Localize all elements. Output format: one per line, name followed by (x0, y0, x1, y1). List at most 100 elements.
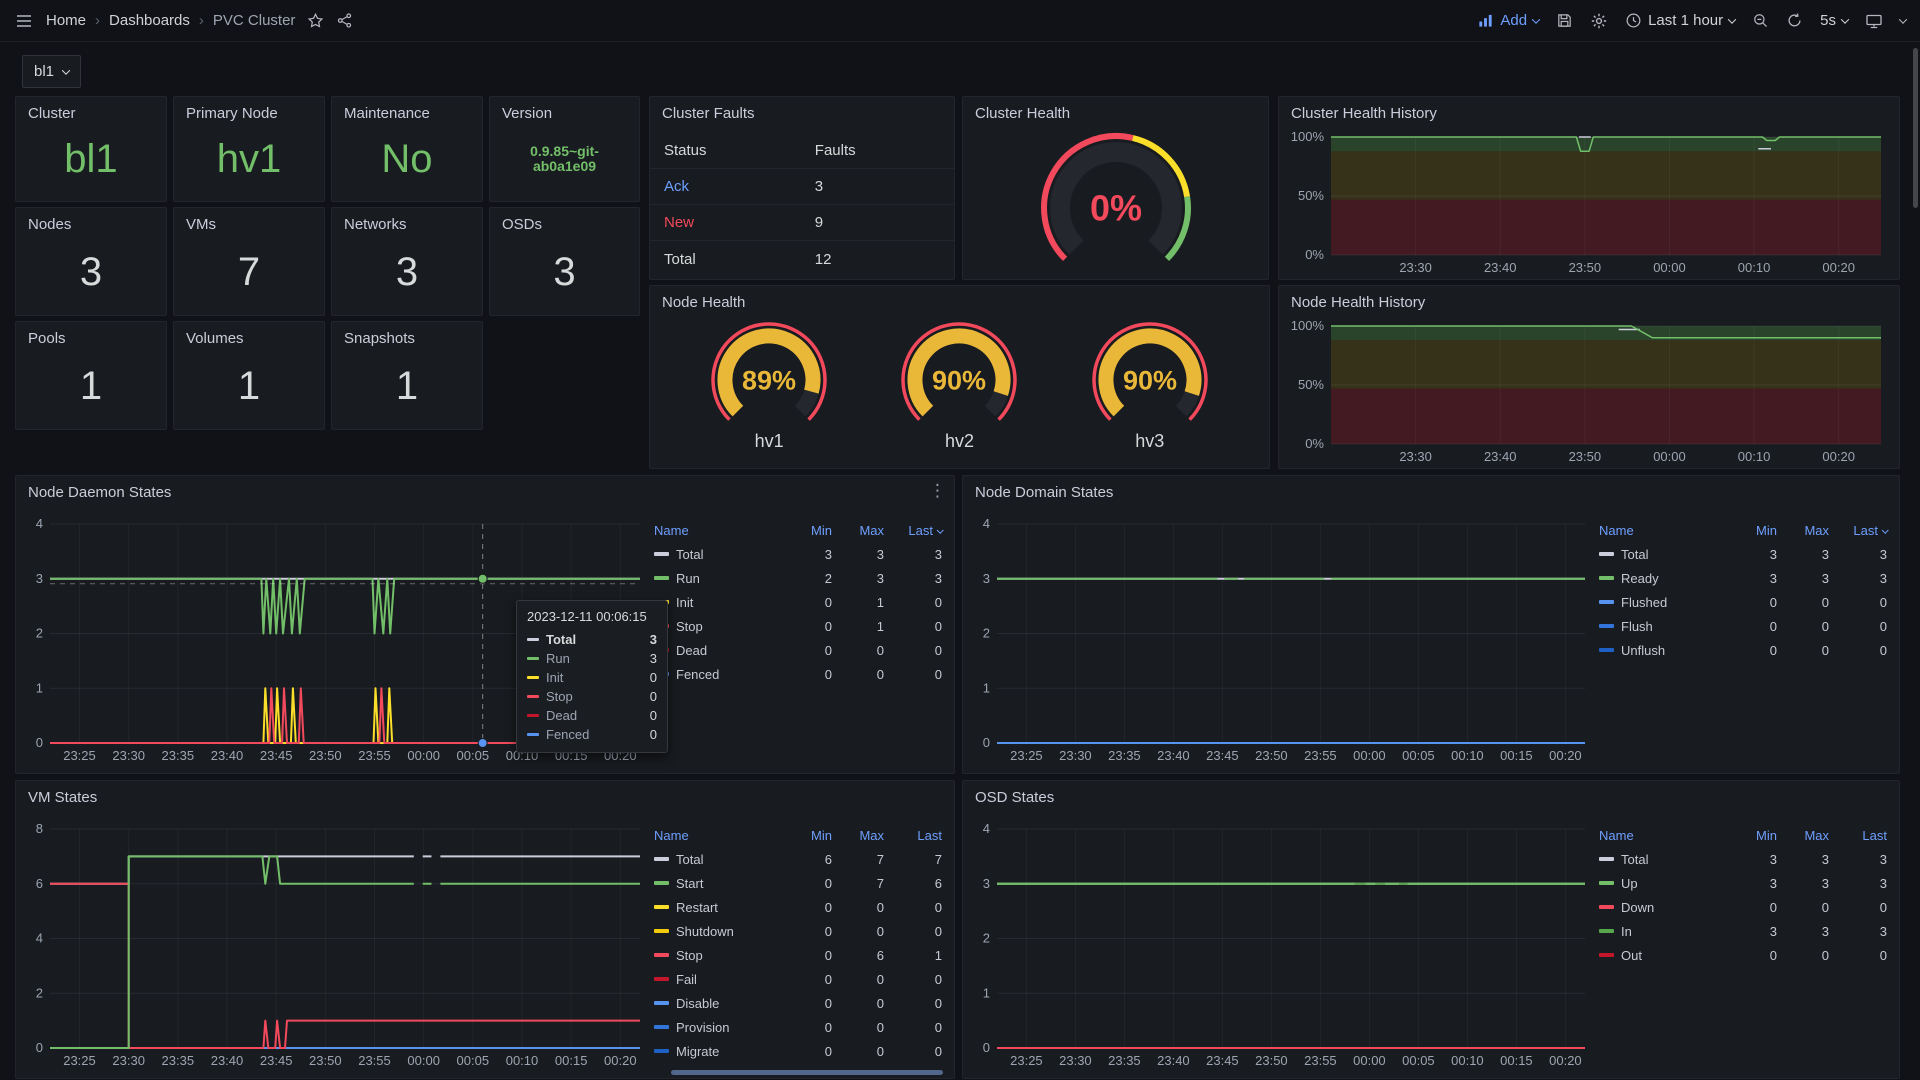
star-icon[interactable] (307, 12, 324, 29)
panel-title[interactable]: Cluster Health (963, 97, 1268, 126)
legend-header-name[interactable]: Name (654, 828, 780, 843)
breadcrumb-dashboards[interactable]: Dashboards (109, 12, 190, 29)
legend-header-max[interactable]: Max (832, 828, 884, 843)
svg-text:50%: 50% (1298, 377, 1324, 392)
settings-gear-icon[interactable] (1590, 12, 1608, 30)
legend-series-name[interactable]: Shutdown (654, 924, 780, 939)
legend-series-name[interactable]: Run (654, 571, 780, 586)
legend-series-name[interactable]: Total (1599, 852, 1725, 867)
legend-header-min[interactable]: Min (1725, 828, 1777, 843)
share-icon[interactable] (336, 12, 353, 29)
panel-title[interactable]: Node Health History (1279, 286, 1899, 315)
legend-series-name[interactable]: Fenced (654, 667, 780, 682)
page-scrollbar[interactable] (1913, 48, 1918, 208)
panel-title[interactable]: Node Daemon States (16, 476, 954, 505)
series-color-swatch (1599, 929, 1614, 933)
refresh-interval-dropdown[interactable]: 5s (1820, 12, 1848, 29)
panel-title[interactable]: Pools (16, 322, 166, 351)
refresh-icon[interactable] (1786, 12, 1803, 29)
vm-states-chart[interactable]: 23:2523:3023:3523:4023:4523:5023:5500:00… (20, 817, 652, 1074)
panel-menu-icon[interactable]: ⋮ (929, 482, 946, 499)
svg-text:23:40: 23:40 (211, 1053, 244, 1068)
zoom-out-icon[interactable] (1752, 12, 1769, 29)
legend-row: Dead000 (654, 638, 942, 662)
legend-series-name[interactable]: Flushed (1599, 595, 1725, 610)
cluster-health-gauge: 0% (963, 123, 1268, 275)
panel-title[interactable]: Cluster Health History (1279, 97, 1899, 126)
legend-scrollbar[interactable] (671, 1070, 943, 1075)
panel-title[interactable]: Node Health (650, 286, 1269, 315)
svg-text:23:35: 23:35 (1108, 748, 1141, 763)
legend-series-name[interactable]: Init (654, 595, 780, 610)
series-color-swatch (1599, 953, 1614, 957)
panel-title[interactable]: Volumes (174, 322, 324, 351)
series-color-swatch (654, 1001, 669, 1005)
legend-header: NameMinMaxLast (654, 518, 942, 542)
legend-header-min[interactable]: Min (1725, 523, 1777, 538)
node-domain-states-chart[interactable]: 23:2523:3023:3523:4023:4523:5023:5500:00… (967, 512, 1597, 769)
legend-series-name[interactable]: Stop (654, 619, 780, 634)
panel-title[interactable]: Version (490, 97, 639, 126)
legend-series-name[interactable]: Total (1599, 547, 1725, 562)
legend-series-name[interactable]: Stop (654, 948, 780, 963)
panel-title[interactable]: Snapshots (332, 322, 482, 351)
legend-header-min[interactable]: Min (780, 828, 832, 843)
cluster-health-history-chart[interactable]: 23:3023:4023:5000:0000:1000:200%50%100% (1283, 129, 1891, 277)
add-button[interactable]: Add (1477, 12, 1539, 29)
chevron-down-icon[interactable] (1899, 15, 1907, 23)
legend-header-max[interactable]: Max (832, 523, 884, 538)
legend-series-name[interactable]: Ready (1599, 571, 1725, 586)
legend-header-last[interactable]: Last (1829, 828, 1887, 843)
legend-header-name[interactable]: Name (654, 523, 780, 538)
legend-series-name[interactable]: Restart (654, 900, 780, 915)
panel-title[interactable]: Primary Node (174, 97, 324, 126)
legend-series-name[interactable]: Total (654, 547, 780, 562)
panel-title[interactable]: Cluster Faults (650, 97, 954, 126)
legend-series-name[interactable]: Fail (654, 972, 780, 987)
legend-row: Total333 (1599, 542, 1887, 566)
legend-series-name[interactable]: Out (1599, 948, 1725, 963)
breadcrumb-home[interactable]: Home (46, 12, 86, 29)
panel-title[interactable]: VM States (16, 781, 954, 810)
legend-header-max[interactable]: Max (1777, 828, 1829, 843)
legend-header-min[interactable]: Min (780, 523, 832, 538)
legend-series-name[interactable]: Unflush (1599, 643, 1725, 658)
panel-title[interactable]: Node Domain States (963, 476, 1899, 505)
breadcrumb-current[interactable]: PVC Cluster (213, 12, 296, 29)
osd-states-chart[interactable]: 23:2523:3023:3523:4023:4523:5023:5500:00… (967, 817, 1597, 1074)
panel-node-daemon-states: Node Daemon States ⋮ 23:2523:3023:3523:4… (15, 475, 955, 774)
panel-title[interactable]: Nodes (16, 208, 166, 237)
save-dashboard-icon[interactable] (1556, 12, 1573, 29)
tv-kiosk-icon[interactable] (1865, 12, 1883, 30)
sort-caret-icon (1882, 526, 1889, 533)
panel-title[interactable]: Maintenance (332, 97, 482, 126)
legend-series-name[interactable]: Dead (654, 643, 780, 658)
panel-title[interactable]: Networks (332, 208, 482, 237)
legend-header-last[interactable]: Last (884, 828, 942, 843)
svg-text:23:25: 23:25 (1010, 748, 1043, 763)
legend-series-name[interactable]: In (1599, 924, 1725, 939)
legend-series-name[interactable]: Provision (654, 1020, 780, 1035)
legend-header-name[interactable]: Name (1599, 828, 1725, 843)
legend-header: NameMinMaxLast (1599, 518, 1887, 542)
legend-series-name[interactable]: Down (1599, 900, 1725, 915)
legend-series-name[interactable]: Start (654, 876, 780, 891)
panel-title[interactable]: OSDs (490, 208, 639, 237)
panel-title[interactable]: Cluster (16, 97, 166, 126)
legend-series-name[interactable]: Disable (654, 996, 780, 1011)
time-range-picker[interactable]: Last 1 hour (1625, 12, 1735, 29)
legend-header-name[interactable]: Name (1599, 523, 1725, 538)
legend-series-name[interactable]: Up (1599, 876, 1725, 891)
node-health-history-chart[interactable]: 23:3023:4023:5000:0000:1000:200%50%100% (1283, 318, 1891, 466)
legend-series-name[interactable]: Migrate (654, 1044, 780, 1059)
panel-title[interactable]: VMs (174, 208, 324, 237)
tooltip-row: Dead0 (527, 706, 657, 725)
legend-series-name[interactable]: Flush (1599, 619, 1725, 634)
variable-dropdown[interactable]: bl1 (22, 55, 81, 88)
legend-series-name[interactable]: Total (654, 852, 780, 867)
menu-icon[interactable] (14, 11, 34, 31)
legend-header-last[interactable]: Last (884, 523, 942, 538)
legend-header-last[interactable]: Last (1829, 523, 1887, 538)
panel-title[interactable]: OSD States (963, 781, 1899, 810)
legend-header-max[interactable]: Max (1777, 523, 1829, 538)
